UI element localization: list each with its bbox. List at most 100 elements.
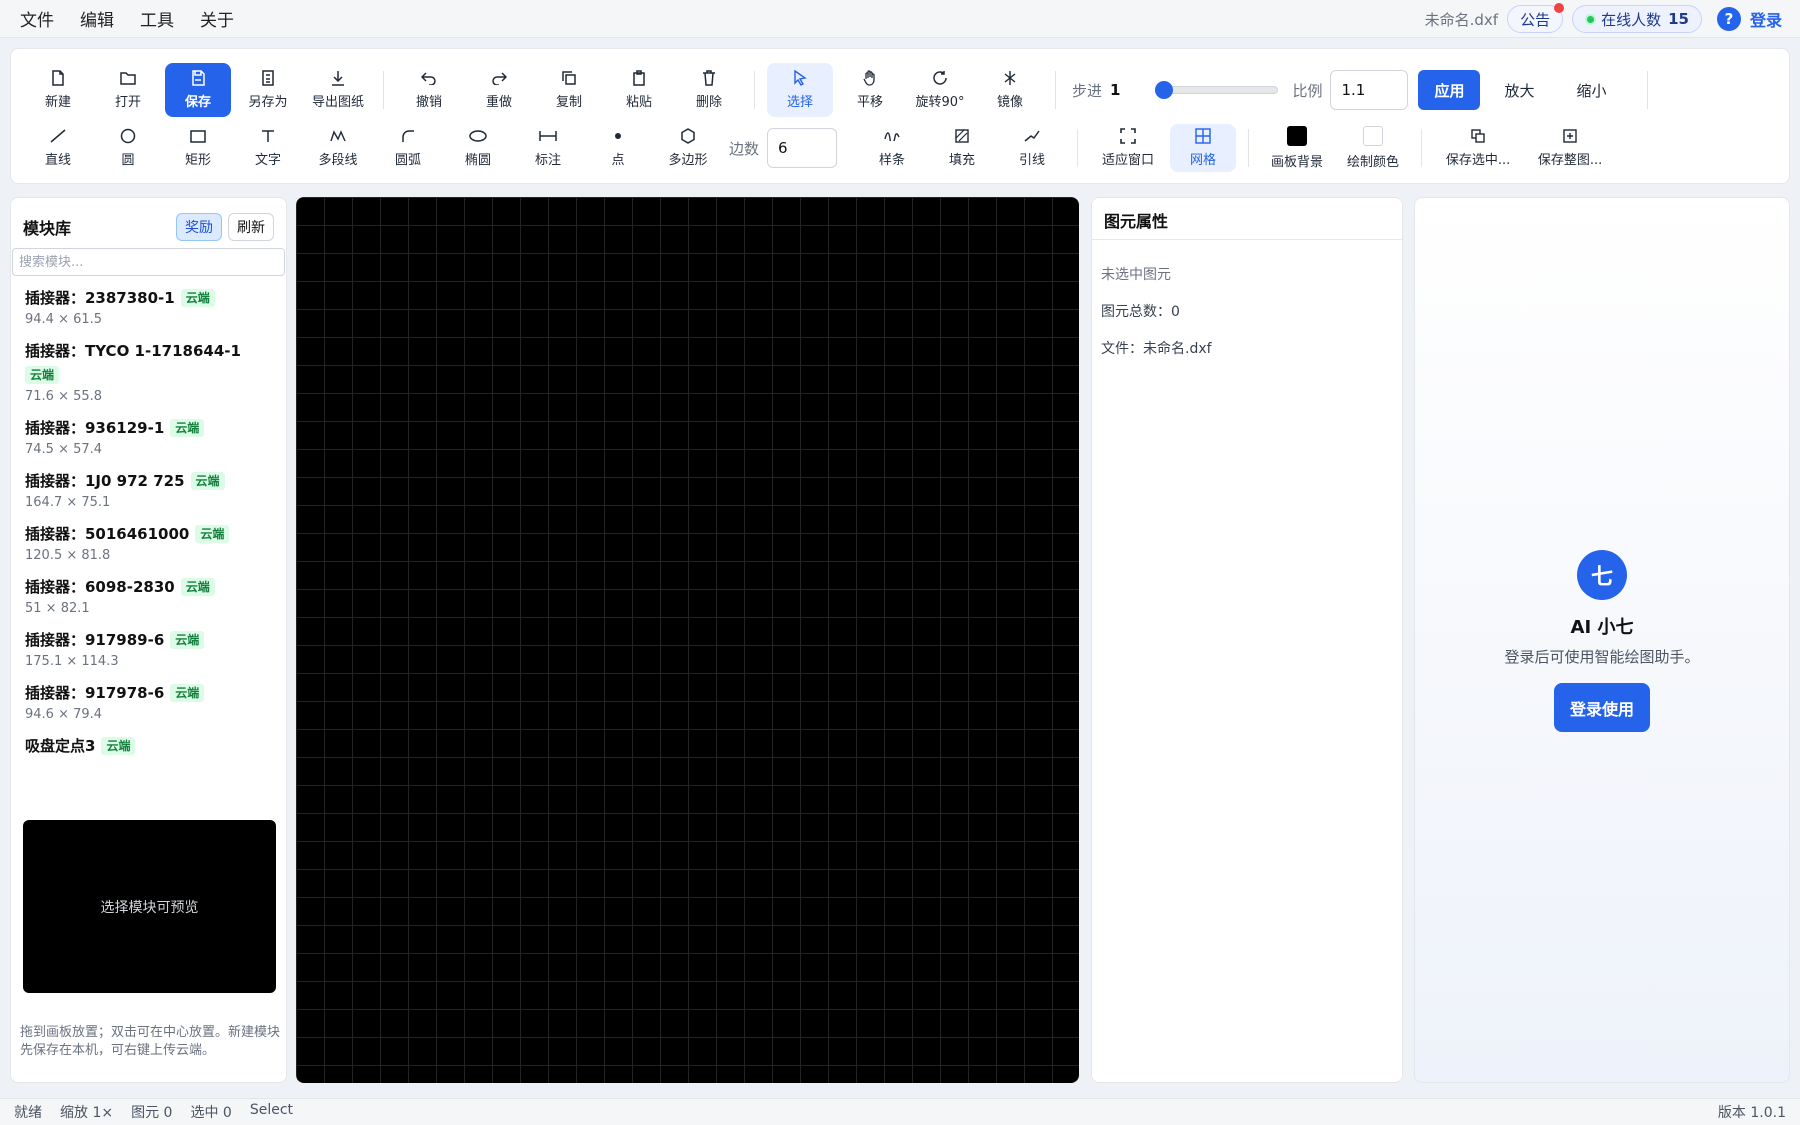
circle-label: 圆: [121, 153, 135, 168]
toolbar-separator: [1077, 129, 1079, 167]
hand-icon: [863, 70, 877, 86]
cloud-tag: 云端: [180, 578, 215, 596]
dimension-label: 标注: [534, 153, 561, 168]
module-name: 插接器：917989-6: [25, 631, 165, 649]
help-icon[interactable]: ?: [1716, 7, 1741, 31]
pan-tool-button[interactable]: 平移: [837, 63, 903, 117]
open-button[interactable]: 打开: [95, 63, 161, 117]
clipboard-icon: [633, 70, 645, 86]
point-tool-button[interactable]: 点: [585, 124, 651, 172]
menu-bar: 文件 编辑 工具 关于 未命名.dxf 公告 在线人数 15 ? 登录: [0, 0, 1800, 38]
module-name: 吸盘定点3: [25, 737, 96, 755]
module-size: 175.1 × 114.3: [25, 654, 119, 669]
leader-tool-button[interactable]: 引线: [999, 124, 1065, 172]
copy-button[interactable]: 复制: [536, 63, 602, 117]
module-preview: 选择模块可预览: [23, 820, 276, 993]
refresh-button[interactable]: 刷新: [228, 213, 274, 241]
polygon-tool-button[interactable]: 多边形: [655, 124, 721, 172]
rotate-button[interactable]: 旋转90°: [907, 63, 973, 117]
module-item[interactable]: 插接器：TYCO 1-1718644-1 云端 71.6 × 55.8: [25, 339, 275, 407]
paste-button[interactable]: 粘贴: [606, 63, 672, 117]
fill-tool-button[interactable]: 填充: [929, 124, 995, 172]
arc-icon: [401, 128, 415, 144]
module-item[interactable]: 插接器：917978-6 云端 94.6 × 79.4: [25, 681, 275, 725]
module-name: 插接器：2387380-1: [25, 289, 175, 307]
save-icon: [191, 70, 205, 86]
arc-tool-button[interactable]: 圆弧: [375, 124, 441, 172]
toolbar-row-draw: 直线 圆 矩形 文字 多段线 圆弧 椭圆 标注 点 多边形 边数 6 样条 填充…: [25, 123, 1618, 173]
line-tool-button[interactable]: 直线: [25, 124, 91, 172]
sides-input[interactable]: [767, 128, 838, 168]
polyline-tool-button[interactable]: 多段线: [305, 124, 371, 172]
undo-button[interactable]: 撤销: [396, 63, 462, 117]
reward-button[interactable]: 奖励: [176, 213, 222, 241]
new-label: 新建: [44, 95, 71, 110]
scale-input[interactable]: [1330, 70, 1409, 110]
save-button[interactable]: 保存: [165, 63, 231, 117]
zoom-in-button[interactable]: 放大: [1486, 70, 1552, 110]
export-drawing-button[interactable]: 导出图纸: [305, 63, 371, 117]
text-tool-button[interactable]: 文字: [235, 124, 301, 172]
draw-color-button[interactable]: 绘制颜色: [1337, 124, 1409, 172]
module-item[interactable]: 插接器：917989-6 云端 175.1 × 114.3: [25, 628, 275, 672]
notice-button[interactable]: 公告: [1507, 3, 1565, 33]
line-icon: [50, 128, 66, 144]
canvas-background-button[interactable]: 画板背景: [1261, 124, 1333, 172]
rect-tool-button[interactable]: 矩形: [165, 124, 231, 172]
grid-toggle-button[interactable]: 网格: [1170, 124, 1237, 172]
login-link[interactable]: 登录: [1750, 7, 1782, 31]
mirror-button[interactable]: 镜像: [977, 63, 1043, 117]
properties-body: 未选中图元 图元总数：0 文件：未命名.dxf: [1092, 240, 1402, 399]
open-label: 打开: [114, 95, 141, 110]
select-tool-button[interactable]: 选择: [767, 63, 833, 117]
menu-about[interactable]: 关于: [200, 6, 234, 31]
online-users-pill: 在线人数 15: [1572, 5, 1702, 33]
module-item[interactable]: 插接器：6098-2830 云端 51 × 82.1: [25, 575, 275, 619]
menu-edit[interactable]: 编辑: [80, 6, 114, 31]
online-status-icon: [1585, 13, 1597, 25]
redo-button[interactable]: 重做: [466, 63, 532, 117]
spline-icon: [884, 128, 900, 144]
module-size: 164.7 × 75.1: [25, 495, 111, 510]
drawing-canvas[interactable]: [296, 197, 1079, 1083]
save-selection-button[interactable]: 保存选中...: [1434, 124, 1522, 172]
module-item[interactable]: 插接器：1J0 972 725 云端 164.7 × 75.1: [25, 469, 275, 513]
save-whole-drawing-button[interactable]: 保存整图...: [1526, 124, 1614, 172]
status-zoom: 缩放 1×: [60, 1105, 114, 1121]
hexagon-icon: [680, 128, 696, 144]
module-item[interactable]: 吸盘定点3 云端: [25, 734, 275, 758]
ai-login-button[interactable]: 登录使用: [1554, 683, 1650, 732]
menu-tools[interactable]: 工具: [140, 6, 174, 31]
spline-tool-button[interactable]: 样条: [859, 124, 925, 172]
dimension-tool-button[interactable]: 标注: [515, 124, 581, 172]
module-item[interactable]: 插接器：5016461000 云端 120.5 × 81.8: [25, 522, 275, 566]
module-search-input[interactable]: [12, 248, 285, 276]
trash-icon: [702, 70, 716, 86]
zoom-out-button[interactable]: 缩小: [1559, 70, 1625, 110]
circle-tool-button[interactable]: 圆: [95, 124, 161, 172]
polyline-label: 多段线: [318, 153, 358, 168]
toolbar-separator: [383, 71, 384, 109]
fit-window-button[interactable]: 适应窗口: [1090, 124, 1166, 172]
cloud-tag: 云端: [195, 525, 230, 543]
module-item[interactable]: 插接器：2387380-1 云端 94.4 × 61.5: [25, 286, 275, 330]
toolbar-separator: [1421, 129, 1423, 167]
menu-file[interactable]: 文件: [20, 6, 54, 31]
module-size: 74.5 × 57.4: [25, 442, 103, 457]
new-button[interactable]: 新建: [25, 63, 91, 117]
delete-button[interactable]: 删除: [676, 63, 742, 117]
step-slider[interactable]: [1155, 81, 1279, 99]
status-mode: Select: [249, 1102, 294, 1118]
step-slider-thumb[interactable]: [1155, 81, 1174, 99]
save-label: 保存: [184, 95, 211, 110]
apply-button[interactable]: 应用: [1418, 70, 1481, 110]
module-name: 插接器：6098-2830: [25, 578, 175, 596]
module-item[interactable]: 插接器：936129-1 云端 74.5 × 57.4: [25, 416, 275, 460]
properties-panel: 图元属性 未选中图元 图元总数：0 文件：未命名.dxf: [1091, 197, 1403, 1083]
ellipse-tool-button[interactable]: 椭圆: [445, 124, 511, 172]
export-label: 导出图纸: [311, 95, 364, 110]
module-library-panel: 模块库 奖励 刷新 插接器：2387380-1 云端 94.4 × 61.5 插接…: [10, 197, 287, 1083]
status-items: 就绪 缩放 1× 图元 0 选中 0 Select: [14, 1102, 293, 1122]
module-name: 插接器：917978-6: [25, 684, 165, 702]
save-as-button[interactable]: 另存为: [235, 63, 301, 117]
